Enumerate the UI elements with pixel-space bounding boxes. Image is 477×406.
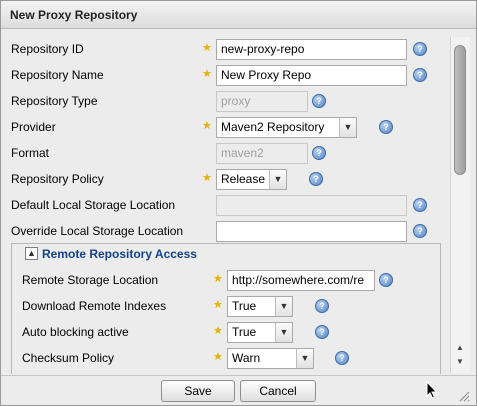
auto-blocking-label: Auto blocking active [22, 325, 129, 339]
mouse-pointer-icon [426, 381, 438, 399]
help-icon[interactable]: ? [379, 120, 393, 134]
panel-title: New Proxy Repository [1, 1, 476, 29]
required-star-icon: ★ [213, 351, 223, 363]
override-storage-row: Override Local Storage Location ? [1, 220, 448, 244]
remote-storage-input[interactable]: http://somewhere.com/re [227, 270, 375, 291]
format-label: Format [11, 146, 50, 160]
remote-access-title: Remote Repository Access [42, 246, 197, 261]
help-icon[interactable]: ? [312, 94, 326, 108]
checksum-row: Checksum Policy ★ Warn ▼ ? [1, 347, 448, 371]
form-content: Repository ID ★ new-proxy-repo ? Reposit… [1, 30, 448, 374]
required-star-icon: ★ [202, 172, 212, 184]
help-icon[interactable]: ? [315, 325, 329, 339]
default-storage-input [216, 195, 407, 216]
remote-storage-row: Remote Storage Location ★ http://somewhe… [1, 269, 448, 293]
scrollbar-thumb[interactable] [454, 45, 466, 175]
new-proxy-repository-panel: New Proxy Repository Repository ID ★ new… [0, 0, 477, 406]
provider-select[interactable]: Maven2 Repository ▼ [216, 117, 357, 138]
provider-label: Provider [11, 120, 56, 134]
repo-name-input[interactable]: New Proxy Repo [216, 65, 407, 86]
help-icon[interactable]: ? [335, 351, 349, 365]
chevron-down-icon: ▼ [275, 323, 292, 342]
auto-blocking-value: True [232, 325, 257, 339]
required-star-icon: ★ [202, 120, 212, 132]
remote-access-legend[interactable]: ▲ Remote Repository Access [23, 246, 201, 262]
policy-value: Release [221, 172, 266, 186]
help-icon[interactable]: ? [413, 224, 427, 238]
repo-type-label: Repository Type [11, 94, 98, 108]
scroll-down-icon[interactable]: ▼ [454, 357, 466, 369]
help-icon[interactable]: ? [309, 172, 323, 186]
checksum-label: Checksum Policy [22, 351, 115, 365]
format-input: maven2 [216, 143, 308, 164]
help-icon[interactable]: ? [413, 68, 427, 82]
repo-name-label: Repository Name [11, 68, 104, 82]
override-storage-label: Override Local Storage Location [11, 224, 184, 238]
form-footer: Save Cancel [1, 375, 476, 406]
policy-select[interactable]: Release ▼ [216, 169, 287, 190]
repo-id-input[interactable]: new-proxy-repo [216, 39, 407, 60]
download-indexes-select[interactable]: True ▼ [227, 296, 293, 317]
auto-blocking-row: Auto blocking active ★ True ▼ ? [1, 321, 448, 345]
download-indexes-row: Download Remote Indexes ★ True ▼ ? [1, 295, 448, 319]
save-button[interactable]: Save [161, 380, 235, 402]
required-star-icon: ★ [202, 42, 212, 54]
repo-id-row: Repository ID ★ new-proxy-repo ? [1, 38, 448, 62]
provider-value: Maven2 Repository [221, 120, 325, 134]
vertical-scrollbar[interactable]: ▲ ▼ [450, 37, 470, 373]
repo-type-row: Repository Type proxy ? [1, 90, 448, 114]
cancel-button[interactable]: Cancel [240, 380, 316, 402]
download-indexes-value: True [232, 299, 257, 313]
policy-row: Repository Policy ★ Release ▼ ? [1, 168, 448, 192]
default-storage-label: Default Local Storage Location [11, 198, 176, 212]
help-icon[interactable]: ? [413, 42, 427, 56]
chevron-down-icon: ▼ [269, 170, 286, 189]
help-icon[interactable]: ? [379, 273, 393, 287]
help-icon[interactable]: ? [315, 299, 329, 313]
checksum-value: Warn [232, 351, 261, 365]
chevron-down-icon: ▼ [275, 297, 292, 316]
collapse-toggle-icon[interactable]: ▲ [25, 247, 38, 261]
remote-storage-label: Remote Storage Location [22, 273, 159, 287]
repo-name-row: Repository Name ★ New Proxy Repo ? [1, 64, 448, 88]
required-star-icon: ★ [213, 273, 223, 285]
required-star-icon: ★ [202, 68, 212, 80]
checksum-select[interactable]: Warn ▼ [227, 348, 314, 369]
scroll-up-icon[interactable]: ▲ [454, 343, 466, 355]
chevron-down-icon: ▼ [339, 118, 356, 137]
auto-blocking-select[interactable]: True ▼ [227, 322, 293, 343]
override-storage-input[interactable] [216, 221, 407, 242]
download-indexes-label: Download Remote Indexes [22, 299, 167, 313]
help-icon[interactable]: ? [312, 146, 326, 160]
repo-id-label: Repository ID [11, 42, 84, 56]
required-star-icon: ★ [213, 325, 223, 337]
policy-label: Repository Policy [11, 172, 104, 186]
default-storage-row: Default Local Storage Location ? [1, 194, 448, 218]
format-row: Format maven2 ? [1, 142, 448, 166]
help-icon[interactable]: ? [413, 198, 427, 212]
chevron-down-icon: ▼ [296, 349, 313, 368]
required-star-icon: ★ [213, 299, 223, 311]
provider-row: Provider ★ Maven2 Repository ▼ ? [1, 116, 448, 140]
repo-type-input: proxy [216, 91, 308, 112]
resize-grip-icon[interactable] [456, 388, 470, 402]
